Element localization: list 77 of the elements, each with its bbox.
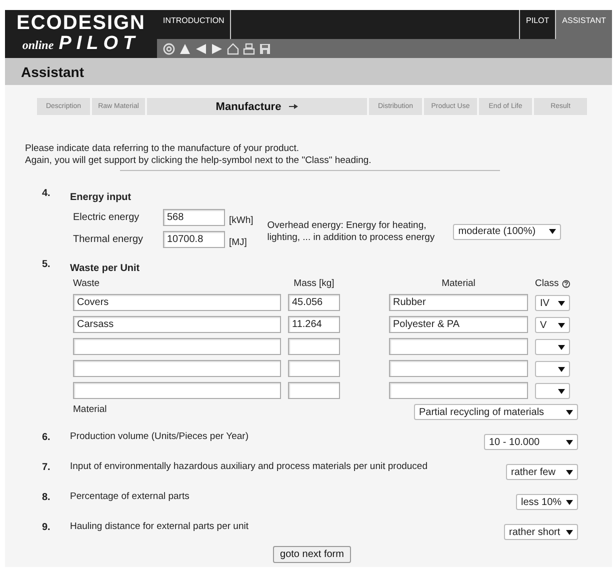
field-label: Material [73,404,107,415]
right-arrow-icon [289,104,298,109]
input-field[interactable] [288,382,340,399]
field-label: Thermal energy [73,234,144,245]
input-field[interactable] [389,360,528,377]
input-field[interactable]: 11.264 [288,316,340,333]
input-field[interactable]: Carsass [73,316,281,333]
dropdown[interactable] [535,361,570,377]
section-number: 8. [42,491,52,504]
dropdown[interactable]: rather short [504,524,578,540]
printer-icon[interactable] [243,42,255,54]
column-header: Material [442,278,476,289]
section-title: Energy input [70,191,132,204]
dropdown[interactable]: V [535,317,570,333]
caret-icon [566,440,573,444]
section-number: 4. [42,187,52,201]
dropdown[interactable] [535,339,570,355]
step-tab[interactable]: Manufacture [147,98,367,115]
input-field[interactable] [288,360,340,377]
input-field[interactable] [389,338,528,355]
caret-icon [566,470,573,474]
question-text: Percentage of external parts [70,491,190,504]
input-field[interactable]: 10700.8 [163,231,225,248]
instruction-text: Again, you will get support by clicking the help-symbol next to the "Class" heading. [25,155,372,167]
caret-icon [566,500,573,504]
column-header: Mass [kg] [294,278,334,289]
caret-icon [558,388,565,394]
page-title: Assistant [21,64,84,80]
input-field[interactable]: Polyester & PA [389,316,528,333]
caret-icon [566,530,573,534]
dropdown[interactable]: less 10% [516,494,578,510]
field-label: Electric energy [73,212,140,223]
input-field[interactable] [73,360,281,377]
section-number: 6. [42,431,52,444]
caret-icon [558,322,565,328]
column-header: Class [535,278,559,289]
instruction-text: Please indicate data referring to the manufacture of your product. [25,143,300,155]
question-text: Input of environmentally hazardous auxiliary and process materials per unit produced [70,461,428,474]
left-triangle-icon[interactable] [195,42,207,54]
input-field[interactable] [73,338,281,355]
input-field[interactable] [288,338,340,355]
caret-icon [566,410,573,414]
home-icon[interactable] [227,42,239,54]
input-field[interactable]: 45.056 [288,294,340,311]
section-number: 5. [42,258,52,272]
section-title: Waste per Unit [70,262,140,275]
input-field[interactable] [389,382,528,399]
caret-icon [558,366,565,372]
input-field[interactable]: Covers [73,294,281,311]
dropdown[interactable]: IV [535,295,570,311]
dropdown[interactable]: Partial recycling of materials [414,404,578,420]
caret-icon [558,344,565,350]
field-label: Overhead energy: Energy for heating, lighting, ... in addition to process energy [267,220,436,244]
input-field[interactable]: 568 [163,209,225,226]
section-number: 9. [42,521,52,534]
question-text: Production volume (Units/Pieces per Year) [70,431,248,444]
nav-tab[interactable]: ASSISTANT [555,10,612,39]
input-field[interactable]: Rubber [389,294,528,311]
dropdown[interactable]: moderate (100%) [453,224,562,240]
unit-label: [MJ] [229,236,247,248]
unit-label: [kWh] [229,214,254,226]
logo-subtitle: PILOT [58,33,140,55]
caret-icon [549,229,556,234]
column-header: Waste [73,278,100,289]
question-text: Hauling distance for external parts per unit [70,521,248,534]
next-form-button[interactable]: goto next form [273,546,351,563]
dropdown[interactable]: 10 - 10.000 [484,434,578,450]
up-triangle-icon[interactable] [179,42,191,54]
section-number: 7. [42,461,52,474]
dropdown[interactable] [535,383,570,399]
dropdown[interactable]: rather few [506,464,578,480]
logo-title: ECODESIGN [16,13,146,33]
help-icon [562,278,570,288]
caret-icon [558,300,565,306]
logo-prefix: online [22,38,54,53]
right-triangle-icon[interactable] [211,42,223,54]
input-field[interactable] [73,382,281,399]
